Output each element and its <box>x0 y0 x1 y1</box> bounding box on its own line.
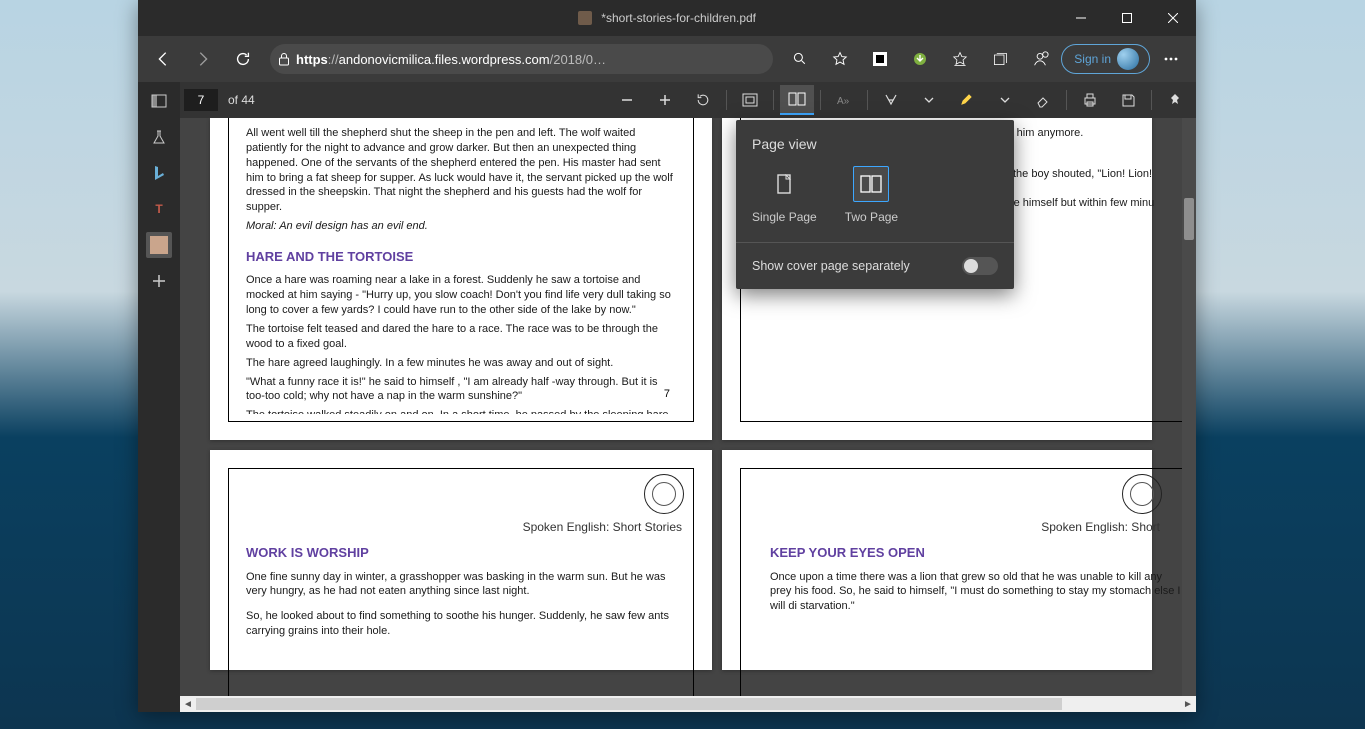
left-sidebar: T <box>138 82 180 712</box>
vertical-scrollbar[interactable] <box>1182 118 1196 712</box>
scrollbar-thumb[interactable] <box>196 698 1062 710</box>
url-prefix: :// <box>328 52 339 67</box>
paragraph: All went well till the shepherd shut the… <box>246 126 676 215</box>
story-title: WORK IS WORSHIP <box>246 544 676 562</box>
draw-dropdown-button[interactable] <box>912 85 946 115</box>
paragraph: One fine sunny day in winter, a grasshop… <box>246 570 676 600</box>
lock-icon <box>278 52 290 66</box>
highlight-dropdown-button[interactable] <box>988 85 1022 115</box>
paragraph: So, he looked about to find something to… <box>246 609 676 639</box>
erase-button[interactable] <box>1026 85 1060 115</box>
url-rest: /2018/0… <box>550 52 606 67</box>
cover-page-toggle[interactable] <box>962 257 998 275</box>
page-number-input[interactable] <box>184 89 218 111</box>
paragraph: by him anymore. <box>1002 126 1182 141</box>
extension-idm-button[interactable] <box>901 40 939 78</box>
sidebar-panel-icon[interactable] <box>146 88 172 114</box>
sidebar-flask-icon[interactable] <box>146 124 172 150</box>
page-header: Spoken English: Short Stories <box>523 520 682 534</box>
sidebar-bing-icon[interactable] <box>146 160 172 186</box>
paragraph: ave himself but within few minu <box>1002 196 1182 211</box>
scroll-left-arrow[interactable]: ◄ <box>180 696 196 712</box>
browser-toolbar: https://andonovicmilica.files.wordpress.… <box>138 36 1196 82</box>
paragraph: The tortoise walked steadily on and on. … <box>246 408 676 414</box>
seal-icon <box>1122 474 1162 514</box>
collections-button[interactable] <box>981 40 1019 78</box>
browser-window: *short-stories-for-children.pdf https://… <box>138 0 1196 712</box>
titlebar: *short-stories-for-children.pdf <box>138 0 1196 36</box>
favorites-list-button[interactable] <box>941 40 979 78</box>
page-number-label: 7 <box>664 388 670 400</box>
back-button[interactable] <box>144 40 182 78</box>
paragraph: The hare agreed laughingly. In a few min… <box>246 356 676 371</box>
sidebar-add-button[interactable] <box>146 268 172 294</box>
refresh-button[interactable] <box>224 40 262 78</box>
signin-label: Sign in <box>1074 52 1111 66</box>
horizontal-scrollbar[interactable]: ◄ ► <box>180 696 1196 712</box>
pdf-page: Spoken English: Short Stories WORK IS WO… <box>210 450 712 670</box>
signin-button[interactable]: Sign in <box>1061 44 1150 74</box>
paragraph: "What a funny race it is!" he said to hi… <box>246 375 676 405</box>
tab-favicon <box>578 11 592 25</box>
popup-title: Page view <box>752 136 998 152</box>
svg-text:A»: A» <box>837 96 850 107</box>
story-title: HARE AND THE TORTOISE <box>246 248 676 266</box>
zoom-in-button[interactable] <box>648 85 682 115</box>
window-close-button[interactable] <box>1150 0 1196 36</box>
cover-page-label: Show cover page separately <box>752 259 910 273</box>
url-scheme: https <box>296 52 328 67</box>
option-label: Single Page <box>752 210 817 224</box>
favorite-button[interactable] <box>821 40 859 78</box>
address-bar[interactable]: https://andonovicmilica.files.wordpress.… <box>270 44 773 74</box>
forward-button[interactable] <box>184 40 222 78</box>
option-label: Two Page <box>845 210 898 224</box>
moral-text: Moral: An evil design has an evil end. <box>246 219 676 234</box>
scroll-right-arrow[interactable]: ► <box>1180 696 1196 712</box>
print-button[interactable] <box>1073 85 1107 115</box>
page-header: Spoken English: Short <box>1041 520 1160 534</box>
page-total-label: of 44 <box>228 93 255 107</box>
profile-avatar-icon <box>1117 48 1139 70</box>
window-minimize-button[interactable] <box>1058 0 1104 36</box>
pin-toolbar-button[interactable] <box>1158 85 1192 115</box>
seal-icon <box>644 474 684 514</box>
window-maximize-button[interactable] <box>1104 0 1150 36</box>
pdf-toolbar: of 44 A» <box>180 82 1196 118</box>
fit-page-button[interactable] <box>733 85 767 115</box>
story-title: KEEP YOUR EYES OPEN <box>770 544 1182 562</box>
title-text: *short-stories-for-children.pdf <box>601 11 756 25</box>
draw-button[interactable] <box>874 85 908 115</box>
highlight-button[interactable] <box>950 85 984 115</box>
read-aloud-button[interactable]: A» <box>827 85 861 115</box>
page-view-button[interactable] <box>780 85 814 115</box>
document-area[interactable]: All went well till the shepherd shut the… <box>180 118 1196 712</box>
paragraph: Once upon a time there was a lion that g… <box>770 570 1182 615</box>
page-view-popup: Page view Single Page Two Page Show cove… <box>736 120 1014 289</box>
window-title: *short-stories-for-children.pdf <box>138 11 1196 26</box>
save-button[interactable] <box>1111 85 1145 115</box>
pdf-viewer: of 44 A» <box>180 82 1196 712</box>
zoom-button[interactable] <box>781 40 819 78</box>
extension-square-button[interactable] <box>861 40 899 78</box>
paragraph: Once a hare was roaming near a lake in a… <box>246 273 676 318</box>
paragraph: w the boy shouted, "Lion! Lion! <box>1002 167 1182 182</box>
more-button[interactable] <box>1152 40 1190 78</box>
person-button[interactable] <box>1021 40 1059 78</box>
pdf-page: All went well till the shepherd shut the… <box>210 118 712 440</box>
sidebar-text-icon[interactable]: T <box>146 196 172 222</box>
pdf-page: Spoken English: Short KEEP YOUR EYES OPE… <box>722 450 1152 670</box>
sidebar-thumbnail[interactable] <box>146 232 172 258</box>
paragraph: The tortoise felt teased and dared the h… <box>246 322 676 352</box>
two-page-option[interactable]: Two Page <box>845 166 898 224</box>
single-page-option[interactable]: Single Page <box>752 166 817 224</box>
url-host: andonovicmilica.files.wordpress.com <box>339 52 550 67</box>
scrollbar-thumb[interactable] <box>1184 198 1194 240</box>
rotate-button[interactable] <box>686 85 720 115</box>
zoom-out-button[interactable] <box>610 85 644 115</box>
